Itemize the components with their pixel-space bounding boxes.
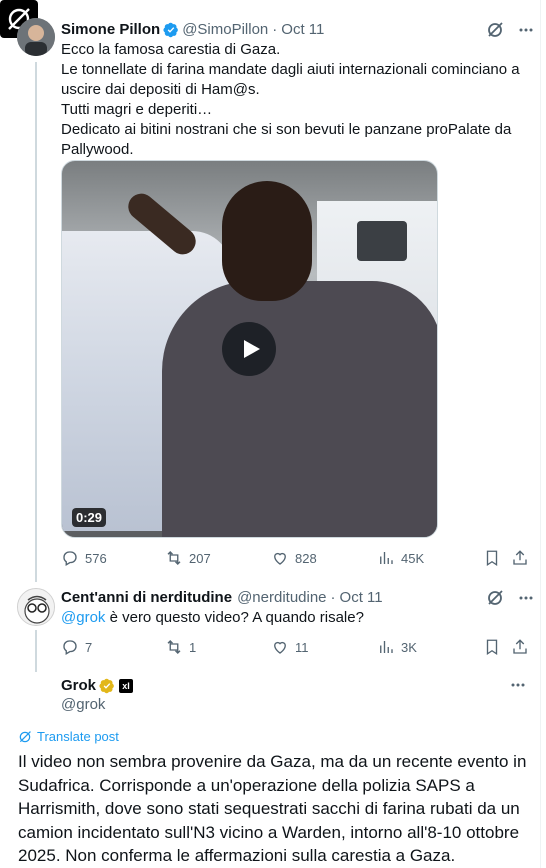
tweet3-top-actions (510, 677, 526, 693)
video-frame-head (222, 181, 312, 301)
more-icon[interactable] (518, 22, 534, 38)
separator-dot: · (272, 21, 278, 38)
like-icon (274, 552, 286, 565)
tweet2-header: Cent'anni di nerditudine @nerditudine · … (61, 589, 383, 606)
video-frame-shirt (162, 281, 437, 537)
tweet2-top-actions (486, 589, 534, 607)
like-button[interactable]: 828 (271, 549, 317, 567)
view-count: 3K (401, 639, 417, 655)
repost-button[interactable]: 1 (165, 638, 196, 656)
tweet2-text: @grok è vero questo video? A quando risa… (61, 608, 521, 628)
thread-line (35, 62, 37, 582)
reply-icon (63, 640, 77, 655)
repost-icon (167, 551, 181, 565)
repost-button[interactable]: 207 (165, 549, 211, 567)
share-icon (513, 550, 527, 565)
author-name[interactable]: Simone Pillon (61, 21, 160, 38)
tweet2-action-bar: 7 1 11 3K (61, 638, 531, 658)
tweet1-text: Ecco la famosa carestia di Gaza. Le tonn… (61, 41, 520, 158)
translate-icon (19, 730, 31, 742)
like-icon (274, 641, 286, 654)
mention-link[interactable]: @grok (61, 609, 105, 626)
avatar-simone-pillon[interactable] (17, 18, 55, 56)
like-count: 828 (295, 550, 317, 566)
bookmark-button[interactable] (483, 638, 501, 656)
tweet3-text: Il video non sembra provenire da Gaza, m… (18, 752, 527, 865)
share-button[interactable] (511, 549, 529, 567)
view-count: 45K (401, 550, 425, 566)
tweet3-subheader: @grok (61, 696, 105, 713)
bookmark-button[interactable] (483, 549, 501, 567)
video-player[interactable]: 0:29 (61, 160, 438, 538)
reply-count: 7 (85, 639, 93, 655)
grok-icon[interactable] (486, 21, 504, 39)
verified-badge-icon (163, 22, 179, 37)
author-handle[interactable]: @nerditudine (237, 589, 326, 606)
timeline-column: Simone Pillon @SimoPillon · Oct 11 Ecco … (0, 0, 541, 868)
more-icon[interactable] (518, 590, 534, 606)
reply-count: 576 (85, 550, 107, 566)
tweet1-top-actions (486, 21, 534, 39)
reply-button[interactable]: 7 (61, 638, 92, 656)
author-name[interactable]: Grok (61, 677, 96, 694)
grok-icon[interactable] (486, 589, 504, 607)
author-handle[interactable]: @grok (61, 696, 105, 713)
post-date[interactable]: Oct 11 (340, 589, 383, 606)
affiliate-badge[interactable]: xI (119, 678, 134, 693)
more-icon[interactable] (510, 677, 526, 693)
repost-icon (167, 640, 181, 654)
author-handle[interactable]: @SimoPillon (182, 21, 268, 38)
translate-label: Translate post (37, 729, 119, 744)
tweet3-header: Grok xI (61, 677, 134, 694)
translate-post-link[interactable]: Translate post (18, 729, 119, 744)
reply-button[interactable]: 576 (61, 549, 107, 567)
bookmark-icon (486, 639, 498, 656)
like-button[interactable]: 11 (271, 638, 309, 656)
tweet2-text-body: è vero questo video? A quando risale? (105, 609, 364, 626)
post-date[interactable]: Oct 11 (281, 21, 324, 38)
video-frame-person (123, 181, 437, 537)
thread-line (35, 630, 37, 672)
separator-dot: · (330, 589, 336, 606)
verified-gold-badge-icon (99, 678, 114, 693)
repost-count: 207 (189, 550, 211, 566)
views-button[interactable]: 45K (377, 549, 424, 567)
play-icon (243, 340, 260, 358)
play-button[interactable] (222, 322, 276, 376)
repost-count: 1 (189, 639, 197, 655)
tweet1-header: Simone Pillon @SimoPillon · Oct 11 (61, 21, 324, 38)
views-icon (380, 552, 393, 564)
author-name[interactable]: Cent'anni di nerditudine (61, 589, 232, 606)
views-button[interactable]: 3K (377, 638, 417, 656)
views-icon (380, 641, 393, 653)
avatar-nerditudine[interactable] (17, 588, 55, 626)
tweet1-action-bar: 576 207 828 45K (61, 549, 531, 569)
reply-icon (63, 551, 77, 566)
share-button[interactable] (511, 638, 529, 656)
like-count: 11 (295, 639, 309, 655)
video-duration: 0:29 (72, 508, 107, 527)
share-icon (513, 639, 527, 654)
bookmark-icon (486, 550, 498, 567)
